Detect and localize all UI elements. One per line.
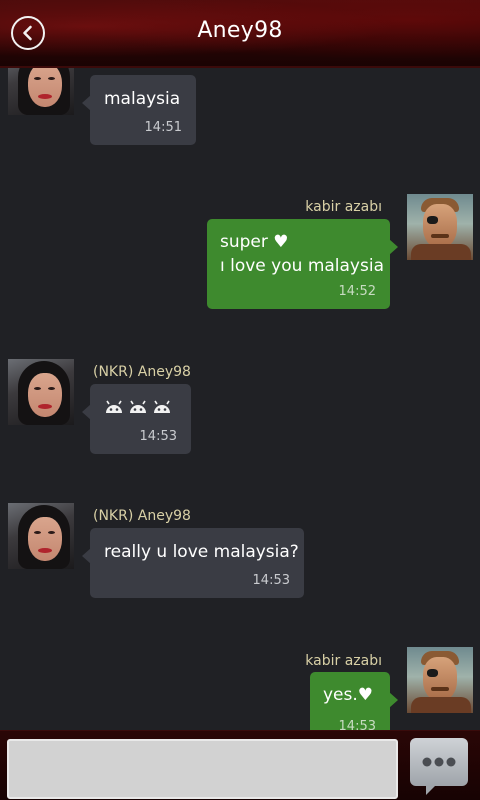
avatar-kabir-azabi[interactable] <box>407 647 473 713</box>
message-time: 14:53 <box>338 719 376 730</box>
message-time: 14:52 <box>338 284 376 299</box>
avatar-aney98[interactable] <box>8 68 74 115</box>
message-text: malaysia <box>104 89 181 109</box>
chat-title: Aney98 <box>197 18 283 43</box>
sender-name: kabir azabı <box>305 199 382 215</box>
sender-name: kabir azabı <box>305 653 382 669</box>
message-input[interactable] <box>7 739 398 799</box>
message-bubble-outgoing[interactable]: yes.♥ 14:53 <box>310 672 398 730</box>
message-text: super ♥ <box>220 232 289 252</box>
top-bar: Aney98 <box>0 0 480 68</box>
chat-bubble-dots-icon[interactable] <box>410 738 468 786</box>
avatar-kabir-azabi[interactable] <box>407 194 473 260</box>
message-text: ı love you malaysia <box>220 256 384 276</box>
message-text: yes.♥ <box>323 685 374 705</box>
android-icon <box>104 399 124 419</box>
composer-bar <box>0 730 480 800</box>
sender-name: (NKR) Aney98 <box>93 508 191 524</box>
message-bubble-incoming[interactable]: malaysia 14:51 <box>82 75 196 145</box>
message-bubble-incoming[interactable]: really u love malaysia? 14:53 <box>82 528 304 598</box>
android-icon <box>152 399 172 419</box>
message-text: really u love malaysia? <box>104 542 299 562</box>
sender-name: (NKR) Aney98 <box>93 364 191 380</box>
message-bubble-outgoing[interactable]: super ♥ ı love you malaysia 14:52 <box>207 219 398 309</box>
avatar-aney98[interactable] <box>8 503 74 569</box>
chat-screen: Aney98 malaysia 14:51 kabir azabı super … <box>0 0 480 800</box>
send-button-tail <box>426 785 436 795</box>
message-bubble-incoming[interactable]: 14:53 <box>82 384 191 454</box>
message-time: 14:53 <box>139 429 177 444</box>
message-time: 14:51 <box>144 120 182 135</box>
message-time: 14:53 <box>252 573 290 588</box>
android-icon <box>128 399 148 419</box>
avatar-aney98[interactable] <box>8 359 74 425</box>
message-list[interactable]: malaysia 14:51 kabir azabı super ♥ ı lov… <box>0 68 480 730</box>
